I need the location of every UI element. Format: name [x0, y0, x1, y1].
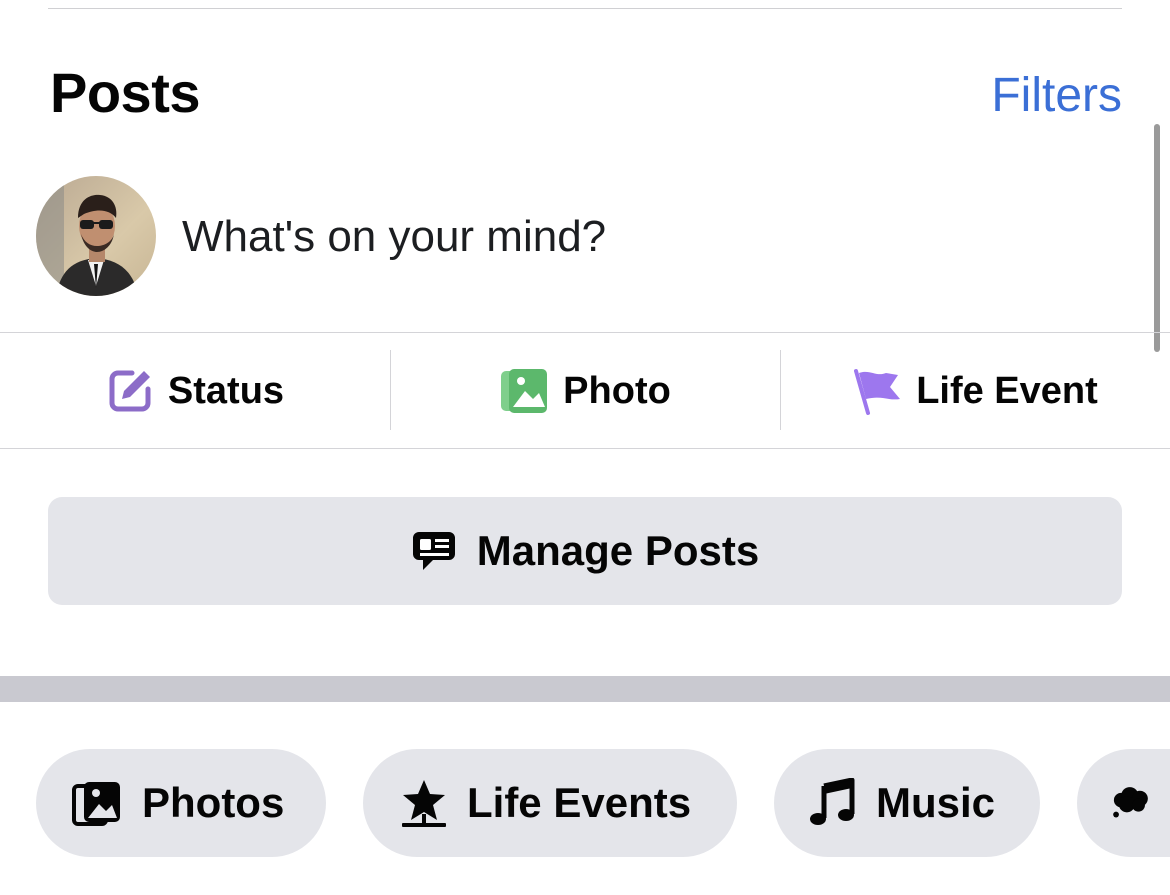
manage-posts-label: Manage Posts	[476, 527, 760, 574]
music-note-icon	[810, 778, 855, 825]
chip-photos-label: Photos	[142, 779, 285, 826]
status-label: Status	[167, 369, 285, 412]
avatar-image	[36, 176, 156, 296]
thought-bubble-icon	[1113, 787, 1148, 818]
chip-photos[interactable]: Photos	[36, 749, 326, 857]
chip-music-label: Music	[876, 779, 996, 826]
top-divider	[48, 8, 1122, 9]
flag-icon	[854, 369, 901, 415]
chip-life-events-label: Life Events	[467, 779, 692, 826]
photo-icon	[501, 369, 548, 413]
page-title: Posts	[50, 61, 201, 124]
manage-posts-button[interactable]: Manage Posts	[48, 497, 1122, 605]
composer[interactable]: What's on your mind?	[0, 172, 1170, 302]
life-event-button[interactable]: Life Event	[780, 334, 1170, 448]
post-actions: Status Photo Life Event	[0, 334, 1170, 448]
section-separator	[0, 676, 1170, 702]
chip-life-events[interactable]: Life Events	[363, 749, 737, 857]
star-icon	[402, 780, 446, 827]
photo-label: Photo	[563, 369, 671, 412]
manage-posts-icon	[412, 532, 455, 570]
actions-divider	[0, 448, 1170, 449]
avatar[interactable]	[36, 176, 156, 296]
status-button[interactable]: Status	[0, 334, 390, 448]
composer-divider	[0, 332, 1170, 333]
life-event-label: Life Event	[916, 369, 1098, 412]
chip-music[interactable]: Music	[774, 749, 1040, 857]
chip-more[interactable]	[1077, 749, 1170, 857]
composer-prompt[interactable]: What's on your mind?	[182, 212, 606, 262]
filter-chips: Photos Life Events Music	[0, 749, 1170, 857]
photos-icon	[72, 782, 120, 826]
photo-button[interactable]: Photo	[390, 334, 780, 448]
filters-link[interactable]: Filters	[991, 68, 1122, 123]
edit-icon	[109, 370, 151, 412]
